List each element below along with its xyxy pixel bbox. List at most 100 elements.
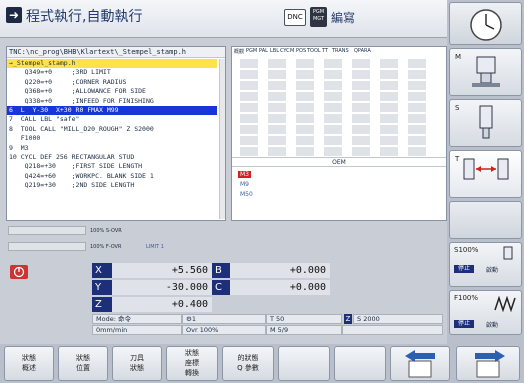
bottom-softkey-bar: 狀態 概述 狀態 位置 刀具 狀態 狀態 座標 轉換 的狀態 Q 參數 bbox=[0, 344, 524, 383]
status-overview-softkey[interactable]: 狀態 概述 bbox=[4, 346, 54, 381]
arrow-right-icon bbox=[475, 350, 505, 378]
s-ovr-label: 100% S-OVR bbox=[90, 228, 122, 234]
program-line[interactable]: 8 TOOL CALL "MILL_D20_ROUGH" Z S2000 bbox=[7, 125, 217, 134]
status-tab[interactable]: M bbox=[290, 48, 294, 54]
status-cell bbox=[408, 59, 426, 68]
right-softkey-column: M S T S100% 停止 啟動 F100% 停止 啟動 bbox=[447, 0, 524, 344]
status-cell bbox=[380, 59, 398, 68]
dnc-button[interactable]: DNC bbox=[284, 9, 306, 26]
status-cell bbox=[268, 59, 286, 68]
status-tab[interactable]: QPARA bbox=[354, 48, 371, 54]
axis-b-label: B bbox=[212, 263, 230, 278]
status-cell bbox=[240, 103, 258, 112]
spindle-override-label: S100% bbox=[454, 246, 479, 254]
program-line[interactable]: Q219=+30 ;2ND SIDE LENGTH bbox=[7, 181, 217, 190]
pgm-mgt-button[interactable]: PGM MGT bbox=[310, 7, 327, 27]
program-line[interactable]: Q424=+60 ;WORKPC. BLANK SIDE 1 bbox=[7, 172, 217, 181]
spindle-stop-button[interactable]: 停止 bbox=[454, 265, 474, 273]
status-cell bbox=[324, 92, 342, 101]
status-tab[interactable]: TT bbox=[322, 48, 328, 54]
status-cell bbox=[296, 81, 314, 90]
program-line[interactable]: Q368=+0 ;ALLOWANCE FOR SIDE bbox=[7, 87, 217, 96]
status-cell bbox=[296, 125, 314, 134]
feed-stop-button[interactable]: 停止 bbox=[454, 320, 474, 328]
feed-start-button[interactable]: 啟動 bbox=[486, 320, 498, 329]
status-cell bbox=[352, 136, 370, 145]
m-function-softkey[interactable]: M bbox=[449, 48, 522, 96]
status-cell bbox=[380, 125, 398, 134]
spindle-start-button[interactable]: 啟動 bbox=[486, 265, 498, 274]
status-cell bbox=[380, 114, 398, 123]
status-cell bbox=[324, 70, 342, 79]
status-cell bbox=[324, 103, 342, 112]
status-cell bbox=[296, 70, 314, 79]
program-line[interactable]: Q218=+30 ;FIRST SIDE LENGTH bbox=[7, 162, 217, 171]
status-cell bbox=[240, 136, 258, 145]
axis-x-value: +5.560 bbox=[112, 263, 212, 278]
status-tab[interactable]: POS bbox=[296, 48, 306, 54]
status-cell bbox=[408, 114, 426, 123]
status-cell bbox=[296, 136, 314, 145]
m-softkey-label: M bbox=[455, 53, 462, 61]
status-tab[interactable]: 概觀 bbox=[234, 48, 244, 55]
program-line[interactable]: 9 M3 bbox=[7, 144, 217, 153]
status-tab[interactable]: CYC bbox=[280, 48, 290, 54]
program-line[interactable]: F1000 bbox=[7, 134, 217, 143]
s-ovr-bar bbox=[8, 226, 86, 235]
axis-y-value: -30.000 bbox=[112, 280, 212, 295]
status-cell bbox=[380, 92, 398, 101]
next-softkey-row[interactable] bbox=[456, 346, 520, 381]
status-tab[interactable]: PGM bbox=[246, 48, 257, 54]
s-function-softkey[interactable]: S bbox=[449, 99, 522, 147]
previous-softkey-row[interactable] bbox=[390, 346, 450, 381]
status-cell bbox=[380, 103, 398, 112]
arrow-left-icon bbox=[405, 350, 435, 378]
clock-display bbox=[449, 2, 522, 45]
status-cell bbox=[352, 59, 370, 68]
program-line[interactable]: Q220=+0 ;CORNER RADIUS bbox=[7, 78, 217, 87]
status-cell bbox=[268, 136, 286, 145]
status-cell bbox=[296, 147, 314, 156]
status-cell bbox=[268, 81, 286, 90]
status-cell bbox=[240, 81, 258, 90]
axis-b-value: +0.000 bbox=[230, 263, 330, 278]
status-cell bbox=[408, 136, 426, 145]
program-line[interactable]: 6 L Y-30 X+30 R0 FMAX M99 bbox=[7, 106, 217, 115]
m-function-info: M 5/9 bbox=[266, 325, 342, 335]
override-info: Ovr 100% bbox=[182, 325, 266, 335]
t-softkey-label: T bbox=[455, 155, 460, 163]
spindle-override-softkey[interactable]: S100% 停止 啟動 bbox=[449, 242, 522, 287]
t-function-softkey[interactable]: T bbox=[449, 150, 522, 198]
status-cell bbox=[352, 114, 370, 123]
feed-override-softkey[interactable]: F100% 停止 啟動 bbox=[449, 290, 522, 335]
empty-softkey-6[interactable] bbox=[278, 346, 330, 381]
program-run-icon: ➜ bbox=[6, 7, 22, 23]
status-tab[interactable]: TRANS bbox=[332, 48, 349, 54]
program-line[interactable]: 7 CALL LBL "safe" bbox=[7, 115, 217, 124]
override-area: 100% S-OVR 100% F-OVR LIMIT 1 bbox=[6, 222, 447, 262]
status-cell bbox=[352, 147, 370, 156]
status-cell bbox=[268, 114, 286, 123]
program-line[interactable]: 10 CYCL DEF 256 RECTANGULAR STUD bbox=[7, 153, 217, 162]
program-line[interactable]: Q338=+0 ;INFEED FOR FINISHING bbox=[7, 97, 217, 106]
feed-wave-icon bbox=[494, 295, 516, 313]
status-tab[interactable]: PAL bbox=[259, 48, 268, 54]
status-cell bbox=[408, 147, 426, 156]
tool-status-softkey[interactable]: 刀具 狀態 bbox=[112, 346, 162, 381]
status-tab[interactable]: TOOL bbox=[307, 48, 321, 54]
status-cell bbox=[324, 59, 342, 68]
q-parameter-status-softkey[interactable]: 的狀態 Q 參數 bbox=[222, 346, 274, 381]
coordinate-transform-softkey[interactable]: 狀態 座標 轉換 bbox=[166, 346, 218, 381]
status-panel: 概觀 PGM PAL LBL CYC M POS TOOL TT TRANS QPARA OEM M… bbox=[231, 46, 447, 221]
status-cell bbox=[268, 103, 286, 112]
program-scrollbar[interactable] bbox=[219, 59, 225, 219]
program-line[interactable]: →_Stempel_stamp.h bbox=[7, 59, 217, 68]
axis-z-value: +0.400 bbox=[112, 297, 212, 312]
status-position-softkey[interactable]: 狀態 位置 bbox=[58, 346, 108, 381]
empty-softkey-7[interactable] bbox=[334, 346, 386, 381]
status-cell bbox=[240, 92, 258, 101]
program-line[interactable]: Q349=+0 ;3RD LIMIT bbox=[7, 68, 217, 77]
status-cell bbox=[268, 147, 286, 156]
status-tab[interactable]: LBL bbox=[270, 48, 279, 54]
status-cell bbox=[408, 125, 426, 134]
